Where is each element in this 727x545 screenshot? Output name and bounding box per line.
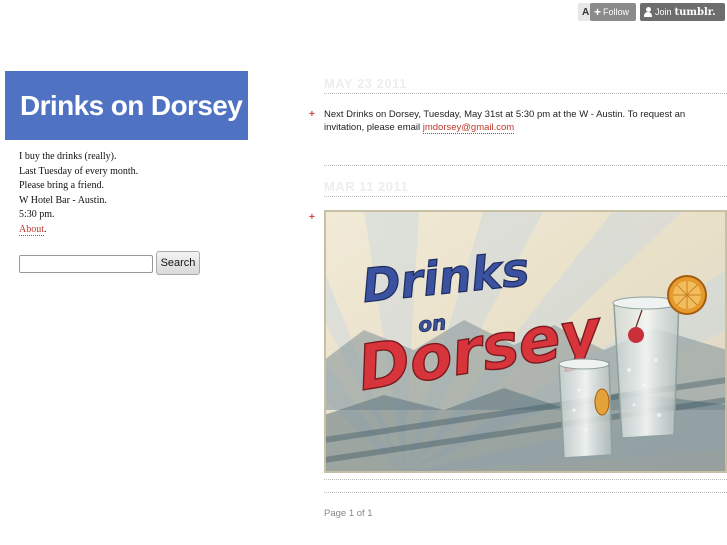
about-line: About. [19, 223, 138, 238]
post-date[interactable]: MAY 23 2011 [324, 76, 407, 91]
follow-button[interactable]: + Follow [590, 3, 636, 21]
post-divider [324, 165, 727, 166]
permalink-plus-icon[interactable]: + [309, 109, 315, 120]
tumblr-controls: Ar + Follow Join tumblr. [578, 3, 725, 21]
search-button[interactable]: Search [156, 251, 200, 275]
description-line: Please bring a friend. [19, 180, 104, 191]
about-link[interactable]: About [19, 223, 44, 236]
date-divider [324, 93, 727, 94]
blog-description: I buy the drinks (really). Last Tuesday … [19, 150, 138, 237]
post-date[interactable]: MAR 11 2011 [324, 179, 408, 194]
post-divider [324, 479, 727, 480]
about-suffix: . [44, 223, 47, 235]
post-text: Next Drinks on Dorsey, Tuesday, May 31st… [324, 108, 724, 134]
join-label: Join [655, 7, 672, 17]
search-input[interactable] [19, 255, 153, 273]
post-image-drinks-on-dorsey[interactable]: Drinks on Dorsey [324, 210, 727, 473]
email-link[interactable]: jmdorsey@gmail.com [422, 122, 515, 134]
follow-label: Follow [603, 7, 630, 17]
plus-icon: + [594, 5, 602, 19]
description-line: I buy the drinks (really). [19, 151, 117, 162]
date-divider [324, 196, 727, 197]
blog-title[interactable]: Drinks on Dorsey [20, 90, 243, 122]
join-tumblr-button[interactable]: Join tumblr. [640, 3, 725, 21]
description-line: 5:30 pm. [19, 209, 55, 220]
person-icon [644, 7, 652, 17]
description-line: W Hotel Bar - Austin. [19, 194, 107, 206]
tumblr-brand: tumblr. [674, 6, 716, 18]
pagination-label: Page 1 of 1 [324, 508, 373, 519]
blog-title-banner[interactable]: Drinks on Dorsey [5, 71, 248, 140]
description-line: Last Tuesday of every month. [19, 165, 139, 177]
footer-divider [324, 492, 727, 493]
permalink-plus-icon[interactable]: + [309, 212, 315, 223]
